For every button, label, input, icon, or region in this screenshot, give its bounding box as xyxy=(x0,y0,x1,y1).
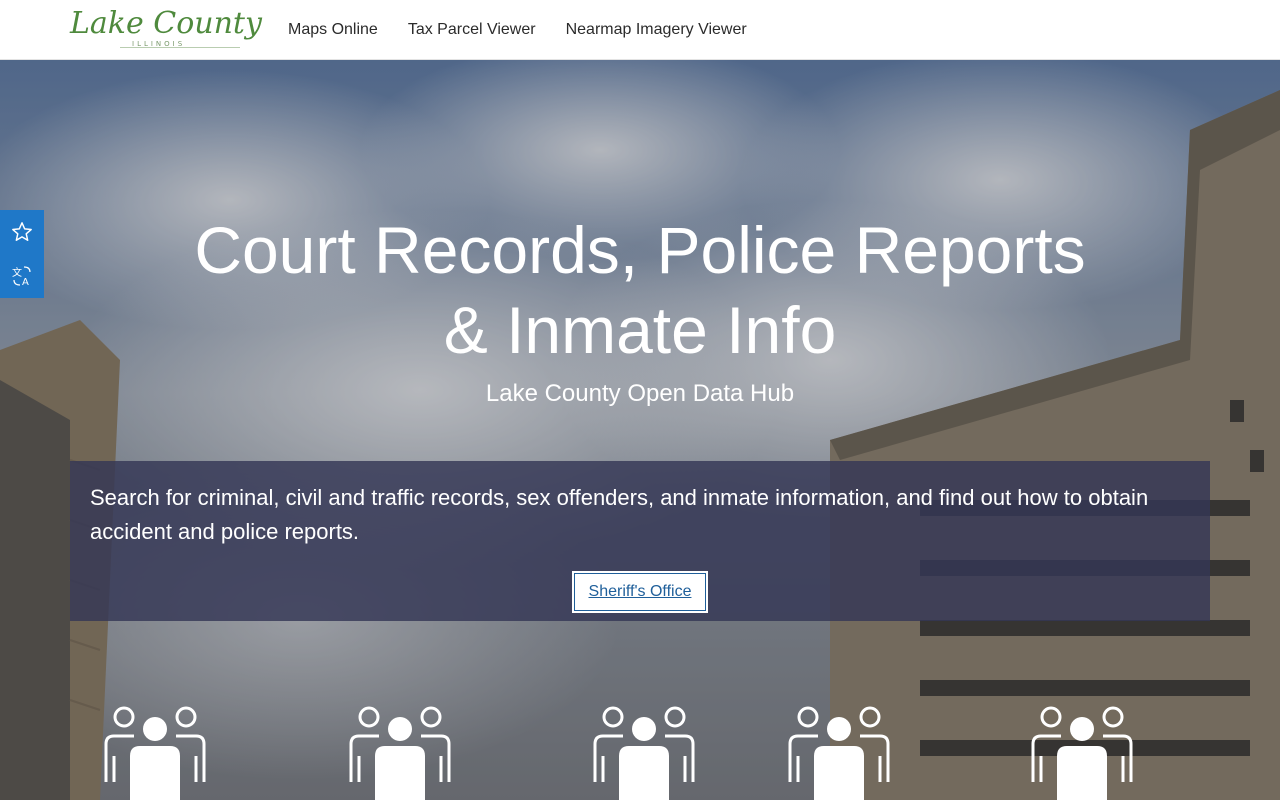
translate-icon[interactable]: 文 A xyxy=(6,260,38,292)
hero-title: Court Records, Police Reports & Inmate I… xyxy=(0,210,1280,370)
hero-section: Court Records, Police Reports & Inmate I… xyxy=(0,60,1280,800)
logo-script: Lake County xyxy=(70,6,262,41)
side-toolbar: 文 A xyxy=(0,210,44,298)
people-group-icon[interactable] xyxy=(100,706,210,800)
star-icon[interactable] xyxy=(6,216,38,248)
sheriffs-office-button[interactable]: Sheriff's Office xyxy=(572,571,708,613)
svg-text:A: A xyxy=(22,277,29,288)
svg-text:文: 文 xyxy=(12,266,22,279)
nav-link-tax-parcel-viewer[interactable]: Tax Parcel Viewer xyxy=(408,21,536,39)
hero-title-line-2: & Inmate Info xyxy=(443,293,837,367)
people-group-icon[interactable] xyxy=(1027,706,1137,800)
lake-county-logo[interactable]: Lake County ILLINOIS xyxy=(68,6,262,52)
people-group-icon[interactable] xyxy=(589,706,699,800)
panel-description: Search for criminal, civil and traffic r… xyxy=(90,485,1149,544)
top-header: Lake County ILLINOIS Maps Online Tax Par… xyxy=(0,0,1280,60)
nav-link-maps-online[interactable]: Maps Online xyxy=(288,21,378,39)
nav-link-nearmap-imagery-viewer[interactable]: Nearmap Imagery Viewer xyxy=(566,21,747,39)
people-group-icon[interactable] xyxy=(784,706,894,800)
info-panel: Search for criminal, civil and traffic r… xyxy=(70,461,1210,621)
hero-background-photo xyxy=(0,60,1280,800)
category-icon-row xyxy=(0,700,1280,800)
logo-sub: ILLINOIS xyxy=(132,40,186,48)
hero-subtitle: Lake County Open Data Hub xyxy=(485,380,795,407)
people-group-icon[interactable] xyxy=(345,706,455,800)
hero-title-line-1: Court Records, Police Reports xyxy=(194,213,1086,287)
main-nav: Maps Online Tax Parcel Viewer Nearmap Im… xyxy=(288,0,777,60)
